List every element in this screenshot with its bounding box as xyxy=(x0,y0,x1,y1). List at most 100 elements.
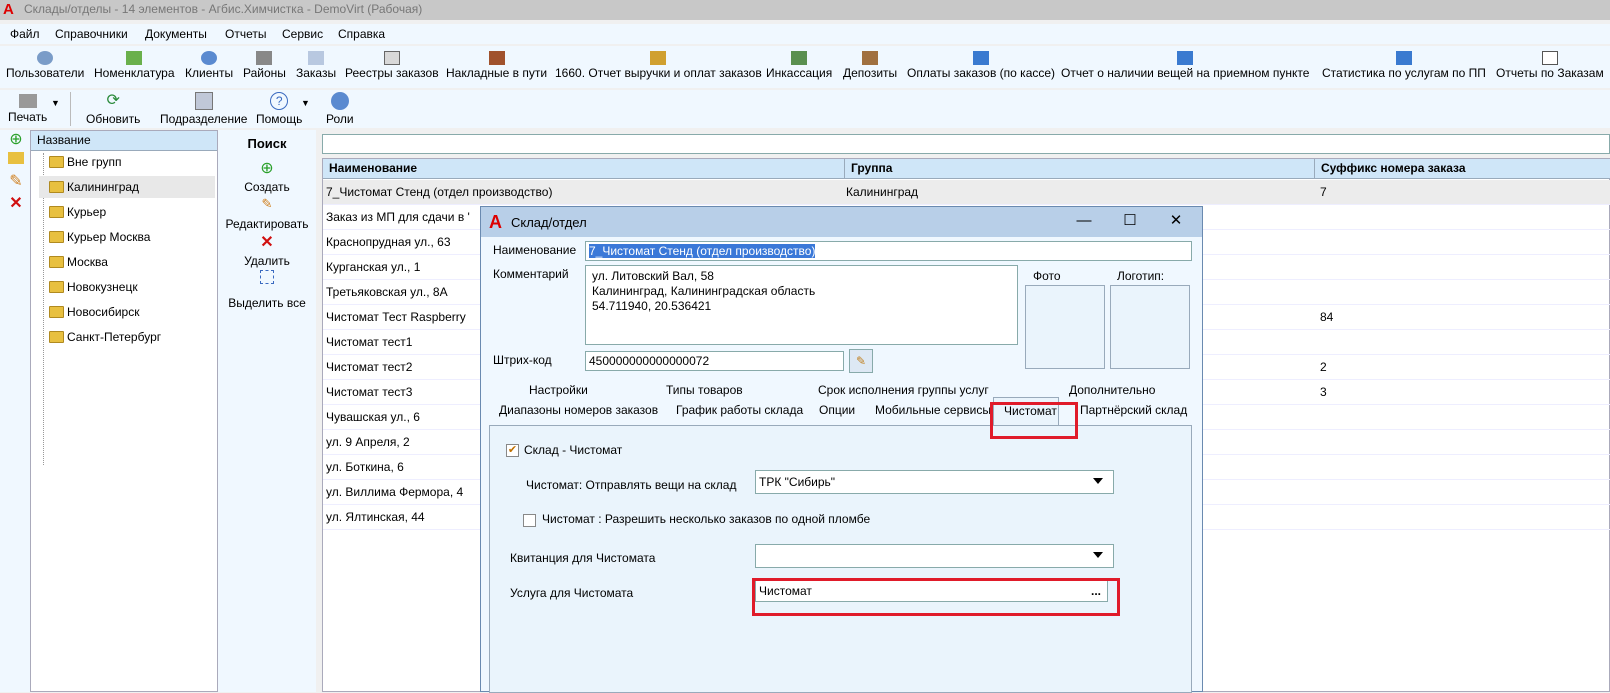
folder-icon[interactable] xyxy=(8,152,24,164)
print-dropdown-arrow[interactable]: ▼ xyxy=(51,98,60,108)
app-logo-icon: A xyxy=(489,212,502,232)
search-title: Поиск xyxy=(247,136,287,151)
barcode-generate-button[interactable]: ✎ xyxy=(849,349,873,373)
create-icon[interactable]: ⊕ xyxy=(218,158,316,178)
toolbar-nomenclature[interactable]: Номенклатура xyxy=(94,46,175,86)
help-button[interactable]: ? Помощь xyxy=(256,90,302,126)
tab-product-types[interactable]: Типы товаров xyxy=(666,383,743,397)
select-all-icon[interactable] xyxy=(218,270,316,287)
delete-group-icon[interactable]: ✕ xyxy=(8,196,24,212)
column-header-name[interactable]: Наименование xyxy=(323,159,845,179)
create-button[interactable]: Создать xyxy=(218,180,316,194)
folder-icon xyxy=(49,181,64,193)
chevron-down-icon xyxy=(1093,552,1103,558)
tab-additional[interactable]: Дополнительно xyxy=(1069,383,1155,397)
tree-node[interactable]: Новосибирск xyxy=(39,301,215,323)
toolbar-items-report[interactable]: Отчет о наличии вещей на приемном пункте xyxy=(1061,46,1309,86)
maximize-icon[interactable]: ☐ xyxy=(1119,210,1141,232)
warehouse-chistomat-label: Склад - Чистомат xyxy=(524,443,623,457)
menu-directories[interactable]: Справочники xyxy=(55,27,128,41)
stats-icon xyxy=(1395,51,1412,65)
tab-mobile-services[interactable]: Мобильные сервисы xyxy=(875,403,991,417)
table-row[interactable]: 7_Чистомат Стенд (отдел производство) Кал… xyxy=(323,180,1610,205)
refresh-icon: ⟳ xyxy=(106,92,120,109)
toolbar-orders[interactable]: Заказы xyxy=(296,46,336,86)
toolbar-divider xyxy=(70,92,71,126)
group-tree: Название Вне групп Калининград Курьер Ку… xyxy=(30,130,218,692)
tab-options[interactable]: Опции xyxy=(819,403,855,417)
menu-help[interactable]: Справка xyxy=(338,27,385,41)
toolbar-districts[interactable]: Районы xyxy=(243,46,286,86)
tab-order-number-ranges[interactable]: Диапазоны номеров заказов xyxy=(499,403,658,417)
menu-documents[interactable]: Документы xyxy=(145,27,207,41)
tab-settings[interactable]: Настройки xyxy=(529,383,588,397)
subdivision-button[interactable]: Подразделение xyxy=(160,90,247,126)
select-all-button[interactable]: Выделить все xyxy=(218,296,316,310)
search-input[interactable] xyxy=(322,134,1610,154)
toolbar-order-registers[interactable]: Реестры заказов xyxy=(345,46,439,86)
barcode-field[interactable]: 450000000000000072 xyxy=(585,351,844,371)
edit-group-icon[interactable]: ✎ xyxy=(8,174,24,190)
tree-node[interactable]: Курьер Москва xyxy=(39,226,215,248)
column-header-group[interactable]: Группа xyxy=(845,159,1315,179)
printer-icon xyxy=(18,94,37,108)
minimize-icon[interactable]: — xyxy=(1073,210,1095,232)
tab-partner-warehouse[interactable]: Партнёрский склад xyxy=(1080,403,1187,417)
add-group-icon[interactable]: ⊕ xyxy=(8,132,24,148)
folder-icon xyxy=(49,306,64,318)
logo-box[interactable] xyxy=(1110,285,1190,369)
tree-header: Название xyxy=(31,131,217,151)
toolbar-revenue-report[interactable]: 1660. Отчет выручки и оплат заказов xyxy=(555,46,762,86)
toolbar-collection[interactable]: Инкассация xyxy=(766,46,832,86)
users-icon xyxy=(37,51,54,65)
tree-node[interactable]: Курьер xyxy=(39,201,215,223)
multi-orders-checkbox[interactable] xyxy=(523,514,536,527)
dialog-title: Склад/отдел xyxy=(511,215,587,230)
tab-service-deadline[interactable]: Срок исполнения группы услуг xyxy=(818,383,989,397)
folder-icon xyxy=(49,281,64,293)
subdivision-icon xyxy=(194,92,213,110)
tree-node[interactable]: Санкт-Петербург xyxy=(39,326,215,348)
tab-warehouse-schedule[interactable]: График работы склада xyxy=(676,403,803,417)
refresh-button[interactable]: ⟳ Обновить xyxy=(86,90,140,126)
menu-service[interactable]: Сервис xyxy=(282,27,323,41)
tree-node[interactable]: Вне групп xyxy=(39,151,215,173)
toolbar-order-reports[interactable]: Отчеты по Заказам xyxy=(1496,46,1604,86)
help-dropdown-arrow[interactable]: ▼ xyxy=(301,98,310,108)
name-field[interactable]: 7_Чистомат Стенд (отдел производство) xyxy=(585,241,1192,261)
roles-button[interactable]: Роли xyxy=(326,90,354,126)
toolbar-order-payments[interactable]: Оплаты заказов (по кассе) xyxy=(907,46,1055,86)
photo-box[interactable] xyxy=(1025,285,1105,369)
toolbar-service-stats[interactable]: Статистика по услугам по ПП xyxy=(1322,46,1486,86)
items-report-icon xyxy=(1177,51,1194,65)
toolbar-clients[interactable]: Клиенты xyxy=(185,46,233,86)
close-icon[interactable]: ✕ xyxy=(1165,210,1187,232)
warehouse-dialog: A Склад/отдел — ☐ ✕ Наименование 7_Чисто… xyxy=(480,206,1203,693)
warehouse-chistomat-checkbox[interactable]: ✔ xyxy=(506,444,519,457)
menu-file[interactable]: Файл xyxy=(10,27,40,41)
secondary-toolbar: Печать ▼ ⟳ Обновить Подразделение ? Помощь… xyxy=(0,90,1610,128)
send-to-warehouse-select[interactable]: ТРК "Сибирь" xyxy=(755,470,1114,494)
menu-reports[interactable]: Отчеты xyxy=(225,27,266,41)
report-icon xyxy=(650,51,667,65)
toolbar-waybills[interactable]: Накладные в пути xyxy=(446,46,547,86)
tree-node[interactable]: Москва xyxy=(39,251,215,273)
app-logo-icon: A xyxy=(3,1,14,18)
payments-icon xyxy=(973,51,990,65)
roles-icon xyxy=(330,92,349,110)
edit-icon[interactable]: ✎ xyxy=(218,196,316,212)
multi-orders-label: Чистомат : Разрешить несколько заказов п… xyxy=(542,512,871,526)
comment-field[interactable]: ул. Литовский Вал, 58 Калининград, Калин… xyxy=(585,265,1018,345)
tree-node[interactable]: Новокузнецк xyxy=(39,276,215,298)
edit-button[interactable]: Редактировать xyxy=(218,217,316,231)
delete-icon[interactable]: ✕ xyxy=(218,232,316,252)
toolbar-users[interactable]: Пользователи xyxy=(6,46,84,86)
folder-icon xyxy=(49,231,64,243)
folder-icon xyxy=(49,256,64,268)
tree-node[interactable]: Калининград xyxy=(39,176,215,198)
toolbar-deposits[interactable]: Депозиты xyxy=(843,46,897,86)
receipt-select[interactable] xyxy=(755,544,1114,568)
column-header-suffix[interactable]: Суффикс номера заказа xyxy=(1315,159,1610,179)
delete-button[interactable]: Удалить xyxy=(218,254,316,268)
print-button[interactable]: Печать xyxy=(8,90,47,124)
